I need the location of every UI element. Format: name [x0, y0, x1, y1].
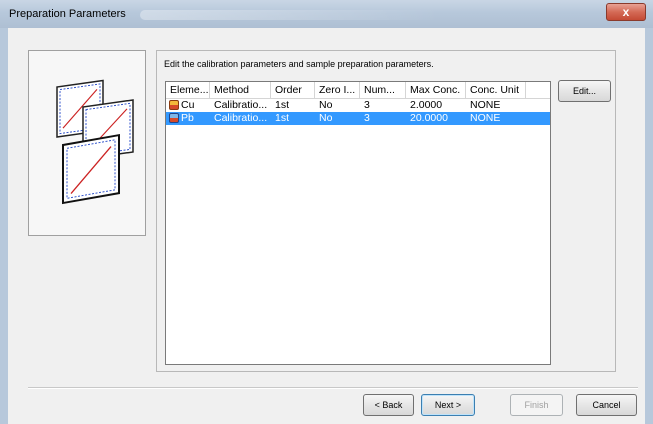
column-header-max-conc[interactable]: Max Conc.	[406, 82, 466, 98]
max-conc-cell: 2.0000	[410, 99, 443, 111]
zero-cell: No	[319, 112, 333, 124]
table-row[interactable]: Cu Calibratio... 1st No 3 2.0000 NONE	[166, 99, 550, 112]
button-separator	[28, 387, 638, 389]
column-header-order[interactable]: Order	[271, 82, 315, 98]
finish-button: Finish	[510, 394, 563, 416]
instructions-text: Edit the calibration parameters and samp…	[164, 59, 434, 69]
num-cell: 3	[364, 112, 370, 124]
method-cell: Calibratio...	[214, 112, 268, 124]
max-conc-cell: 20.0000	[410, 112, 448, 124]
edit-button[interactable]: Edit...	[558, 80, 611, 102]
conc-unit-cell: NONE	[470, 112, 501, 124]
window-frame-left	[0, 28, 8, 424]
title-bar-glass	[140, 10, 440, 20]
order-cell: 1st	[275, 99, 290, 111]
column-header-zero[interactable]: Zero I...	[315, 82, 360, 98]
order-cell: 1st	[275, 112, 290, 124]
table-row[interactable]: Pb Calibratio... 1st No 3 20.0000 NONE	[166, 112, 550, 125]
column-header-element[interactable]: Eleme...	[166, 82, 210, 98]
element-cell: Pb	[166, 112, 210, 125]
element-list[interactable]: Eleme... Method Order Zero I... Num... M…	[165, 81, 551, 365]
close-button[interactable]: x	[606, 3, 646, 21]
cancel-button[interactable]: Cancel	[576, 394, 637, 416]
column-header-num[interactable]: Num...	[360, 82, 406, 98]
element-pb-icon	[169, 113, 179, 123]
element-cell: Cu	[166, 99, 210, 112]
wizard-image-panel	[28, 50, 146, 236]
window-title: Preparation Parameters	[9, 8, 126, 20]
column-header-conc-unit[interactable]: Conc. Unit	[466, 82, 526, 98]
title-bar[interactable]: Preparation Parameters x	[0, 0, 653, 28]
element-cu-icon	[169, 100, 179, 110]
next-button[interactable]: Next >	[421, 394, 475, 416]
calibration-charts-icon	[56, 79, 134, 205]
conc-unit-cell: NONE	[470, 99, 501, 111]
window-frame-right	[645, 28, 653, 424]
close-icon: x	[622, 5, 630, 19]
num-cell: 3	[364, 99, 370, 111]
list-header: Eleme... Method Order Zero I... Num... M…	[166, 82, 550, 99]
column-header-method[interactable]: Method	[210, 82, 271, 98]
dialog-client-area: Edit the calibration parameters and samp…	[8, 28, 645, 424]
method-cell: Calibratio...	[214, 99, 268, 111]
back-button[interactable]: < Back	[363, 394, 414, 416]
zero-cell: No	[319, 99, 333, 111]
